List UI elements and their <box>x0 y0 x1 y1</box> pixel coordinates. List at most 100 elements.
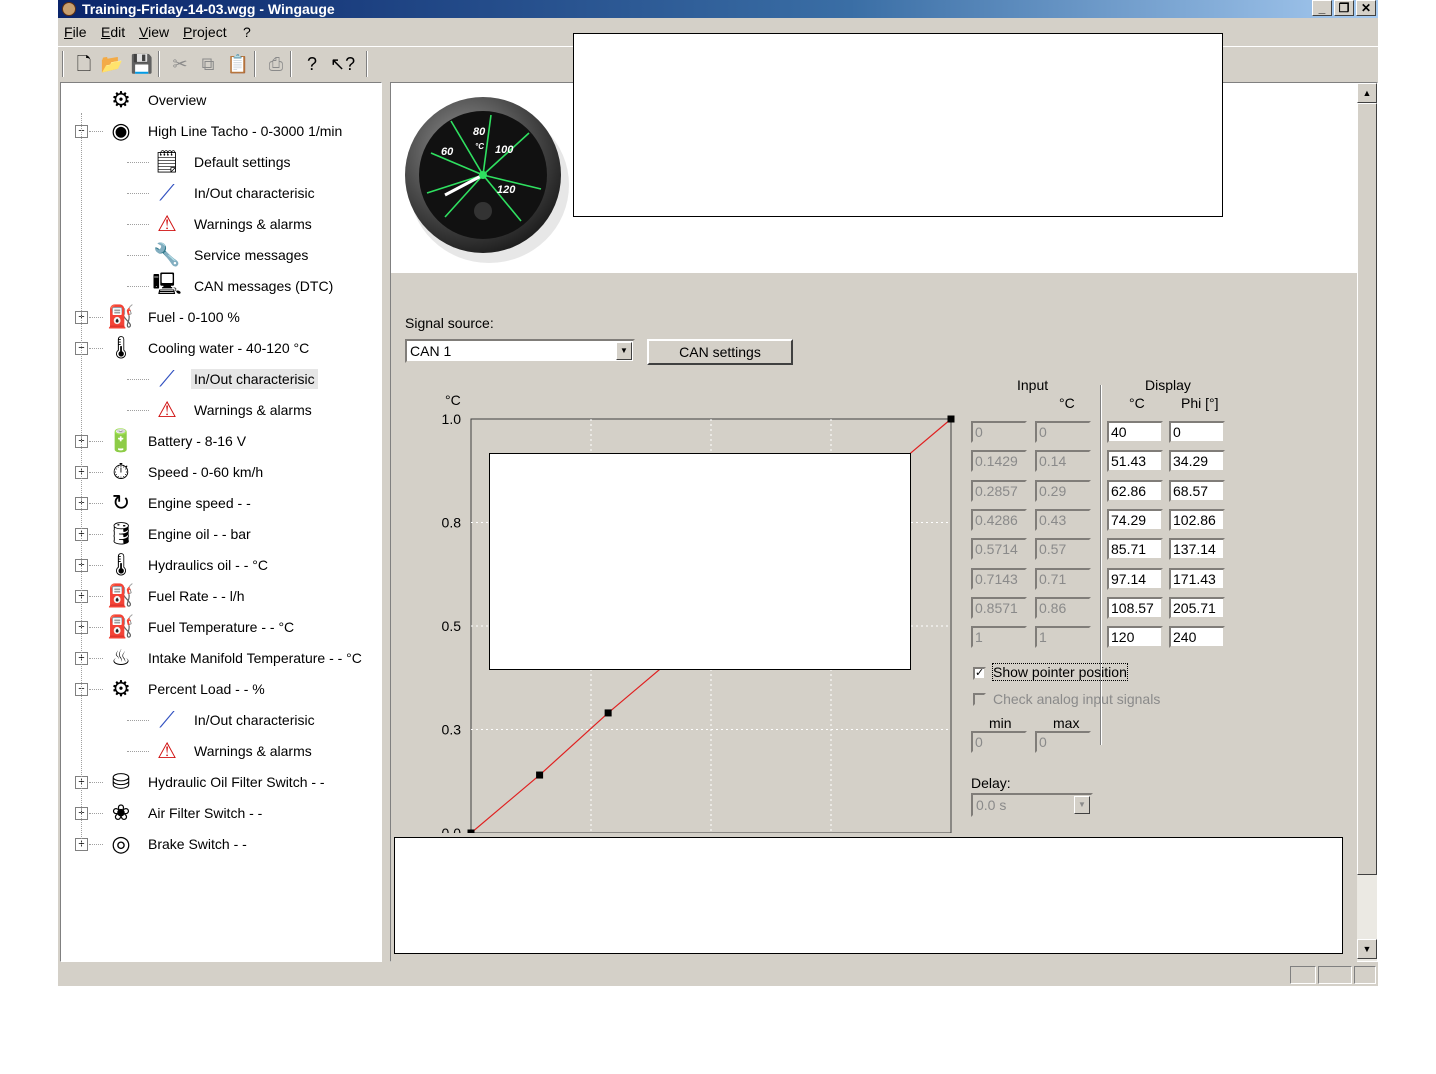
menu-view[interactable]: View <box>139 24 169 40</box>
tree-node-label: Intake Manifold Temperature - - °C <box>148 650 362 666</box>
input-celsius-cell[interactable]: 0 <box>1035 421 1091 443</box>
size-grip[interactable] <box>1354 966 1376 984</box>
input-raw-cell[interactable]: 1 <box>971 626 1027 649</box>
tree-node[interactable]: 🔧 Service messages <box>149 242 311 268</box>
vertical-scrollbar[interactable]: ▲ ▼ <box>1357 83 1377 961</box>
tree-connector <box>127 379 149 380</box>
tree-node-label: Brake Switch - - <box>148 836 247 852</box>
context-help-icon[interactable]: ↖? <box>330 52 355 76</box>
input-raw-cell[interactable]: 0.8571 <box>971 596 1027 619</box>
chevron-down-icon[interactable]: ▼ <box>1074 796 1090 814</box>
tree-node[interactable]: ⚙ Percent Load - - % <box>103 676 268 702</box>
restore-button[interactable]: ❐ <box>1334 0 1354 16</box>
project-tree[interactable]: ⚙ Overview ◉ High Line Tacho - 0-3000 1/min… <box>60 82 382 962</box>
tree-node[interactable]: 🗒 Default settings <box>149 149 294 175</box>
check-analog-checkbox[interactable] <box>973 693 986 706</box>
print-icon[interactable]: ⎙ <box>264 52 288 76</box>
display-phi-cell[interactable]: 102.86 <box>1169 508 1225 531</box>
chevron-down-icon[interactable]: ▼ <box>616 342 632 360</box>
new-icon[interactable]: 🗋 <box>72 52 96 76</box>
tree-node[interactable]: ⟋ In/Out characterisic <box>149 366 318 392</box>
save-icon[interactable]: 💾 <box>130 52 154 76</box>
max-input[interactable]: 0 <box>1035 731 1091 753</box>
delay-select[interactable]: 0.0 s ▼ <box>971 793 1093 817</box>
input-celsius-cell[interactable]: 0.86 <box>1035 596 1091 619</box>
display-phi-cell[interactable]: 68.57 <box>1169 479 1225 502</box>
display-phi-cell[interactable]: 240 <box>1169 626 1225 649</box>
display-phi-cell[interactable]: 0 <box>1169 421 1225 443</box>
close-button[interactable]: ✕ <box>1356 0 1376 16</box>
tree-node[interactable]: ⚠ Warnings & alarms <box>149 397 315 423</box>
tree-node[interactable]: ⟋ In/Out characterisic <box>149 180 318 206</box>
chart-point[interactable] <box>467 829 475 834</box>
chart-point[interactable] <box>536 771 544 779</box>
input-raw-cell[interactable]: 0.5714 <box>971 538 1027 561</box>
menu-file[interactable]: File <box>64 24 87 40</box>
input-celsius-cell[interactable]: 0.29 <box>1035 479 1091 502</box>
tree-node[interactable]: ◎ Brake Switch - - <box>103 831 250 857</box>
help-icon[interactable]: ? <box>300 52 324 76</box>
display-celsius-cell[interactable]: 120 <box>1107 626 1163 649</box>
display-phi-cell[interactable]: 171.43 <box>1169 567 1225 590</box>
min-input[interactable]: 0 <box>971 731 1027 753</box>
input-celsius-cell[interactable]: 0.71 <box>1035 567 1091 590</box>
tree-node[interactable]: 🖳 CAN messages (DTC) <box>149 271 336 299</box>
input-celsius-cell[interactable]: 1 <box>1035 626 1091 649</box>
fuel-temp-icon: ⛽ <box>107 614 135 639</box>
paste-icon[interactable]: 📋 <box>226 52 250 76</box>
cut-icon[interactable]: ✂ <box>168 52 192 76</box>
display-phi-cell[interactable]: 205.71 <box>1169 596 1225 619</box>
tree-node[interactable]: ⚠ Warnings & alarms <box>149 211 315 237</box>
tree-node[interactable]: 🌡 Hydraulics oil - - °C <box>103 552 271 578</box>
scroll-up-button[interactable]: ▲ <box>1357 83 1377 103</box>
signal-source-select[interactable]: CAN 1 ▼ <box>405 339 635 363</box>
scroll-thumb[interactable] <box>1357 103 1377 875</box>
display-phi-cell[interactable]: 34.29 <box>1169 450 1225 473</box>
chart-point[interactable] <box>947 415 955 423</box>
menu-edit[interactable]: Edit <box>101 24 125 40</box>
input-celsius-cell[interactable]: 0.57 <box>1035 538 1091 561</box>
open-icon[interactable]: 📂 <box>100 52 124 76</box>
tree-node[interactable]: ⚙ Overview <box>103 87 209 113</box>
tree-node[interactable]: ⚠ Warnings & alarms <box>149 738 315 764</box>
display-celsius-cell[interactable]: 51.43 <box>1107 450 1163 473</box>
tree-node[interactable]: ⟋ In/Out characterisic <box>149 707 318 733</box>
tree-node[interactable]: ⛽ Fuel Temperature - - °C <box>103 614 297 640</box>
input-raw-cell[interactable]: 0.1429 <box>971 450 1027 473</box>
tree-node[interactable]: 🛢 Engine oil - - bar <box>103 521 254 547</box>
tree-node[interactable]: 🌡 Cooling water - 40-120 °C <box>103 335 312 361</box>
scroll-down-button[interactable]: ▼ <box>1357 939 1377 959</box>
tree-node[interactable]: ❀ Air Filter Switch - - <box>103 800 265 826</box>
display-phi-cell[interactable]: 137.14 <box>1169 538 1225 561</box>
chart-point[interactable] <box>604 709 612 717</box>
tree-node[interactable]: ⏱ Speed - 0-60 km/h <box>103 459 266 485</box>
tree-node[interactable]: ⛁ Hydraulic Oil Filter Switch - - <box>103 769 328 795</box>
display-celsius-cell[interactable]: 85.71 <box>1107 538 1163 561</box>
display-celsius-cell[interactable]: 97.14 <box>1107 567 1163 590</box>
tree-node[interactable]: ♨ Intake Manifold Temperature - - °C <box>103 645 365 671</box>
tree-node[interactable]: ⛽ Fuel Rate - - l/h <box>103 583 247 609</box>
can-settings-button[interactable]: CAN settings <box>647 339 793 365</box>
display-celsius-cell[interactable]: 40 <box>1107 421 1163 443</box>
tree-node[interactable]: ⛽ Fuel - 0-100 % <box>103 304 243 330</box>
input-raw-cell[interactable]: 0.4286 <box>971 508 1027 531</box>
tree-node[interactable]: ◉ High Line Tacho - 0-3000 1/min <box>103 118 345 144</box>
show-pointer-label[interactable]: Show pointer position <box>992 663 1128 681</box>
input-raw-cell[interactable]: 0 <box>971 421 1027 443</box>
display-celsius-cell[interactable]: 62.86 <box>1107 479 1163 502</box>
show-pointer-checkbox[interactable]: ✓ <box>973 667 986 680</box>
display-celsius-cell[interactable]: 108.57 <box>1107 596 1163 619</box>
input-raw-cell[interactable]: 0.2857 <box>971 479 1027 502</box>
tree-node[interactable]: 🔋 Battery - 8-16 V <box>103 428 249 454</box>
menu-project[interactable]: Project <box>183 24 227 40</box>
tree-node[interactable]: ↻ Engine speed - - <box>103 490 254 516</box>
display-celsius-cell[interactable]: 74.29 <box>1107 508 1163 531</box>
toolbar-separator <box>290 51 292 77</box>
minimize-button[interactable]: _ <box>1312 0 1332 16</box>
tree-node-label: Battery - 8-16 V <box>148 433 247 449</box>
copy-icon[interactable]: ⧉ <box>196 52 220 76</box>
input-celsius-cell[interactable]: 0.14 <box>1035 450 1091 473</box>
input-raw-cell[interactable]: 0.7143 <box>971 567 1027 590</box>
menu-help[interactable]: ? <box>243 24 251 40</box>
input-celsius-cell[interactable]: 0.43 <box>1035 508 1091 531</box>
